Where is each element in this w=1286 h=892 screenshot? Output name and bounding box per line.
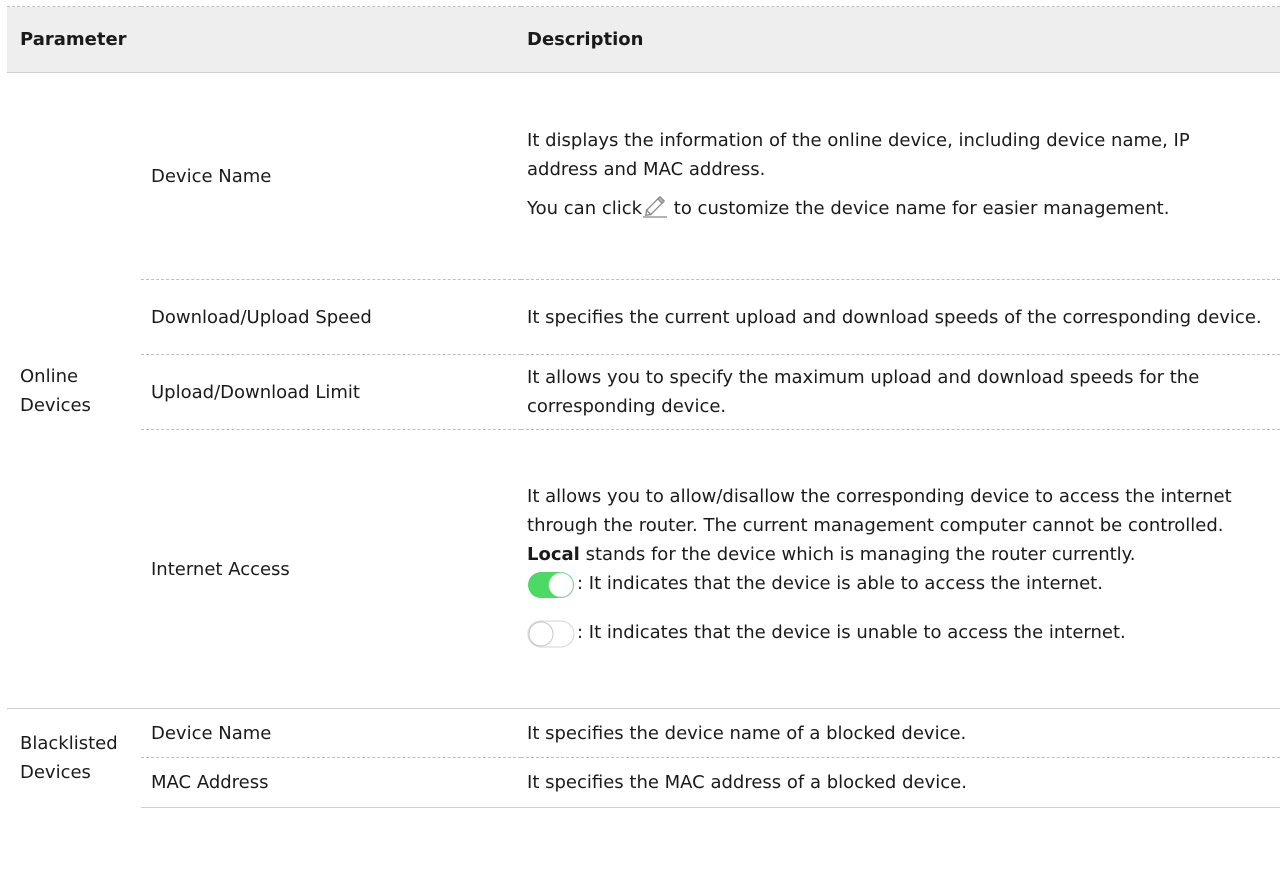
header-parameter: Parameter	[7, 6, 522, 73]
desc-upload-download-limit: It allows you to specify the maximum upl…	[521, 354, 1281, 430]
pencil-icon	[642, 194, 668, 227]
toggle-on-desc: : It indicates that the device is able t…	[577, 572, 1103, 594]
header-description: Description	[521, 6, 1281, 73]
desc-internet-access: It allows you to allow/disallow the corr…	[521, 429, 1281, 709]
desc-device-name-edit: You can click to customize the device na…	[527, 194, 1266, 227]
table-row: Download/Upload Speed It specifies the c…	[7, 279, 1281, 355]
toggle-off-line: : It indicates that the device is unable…	[527, 618, 1266, 657]
toggle-off-desc: : It indicates that the device is unable…	[577, 621, 1126, 643]
table-row: Online Devices Device Name It displays t…	[7, 73, 1280, 416]
desc-device-name-info: It displays the information of the onlin…	[527, 129, 1190, 180]
desc-blacklisted-device-name: It specifies the device name of a blocke…	[521, 708, 1281, 758]
parameter-table: Parameter Description Online Devices Dev…	[7, 6, 1281, 808]
table-row: MAC Address It specifies the MAC address…	[7, 757, 1281, 808]
desc-internet-access-text: It allows you to allow/disallow the corr…	[527, 485, 1232, 565]
local-keyword: Local	[527, 543, 580, 565]
desc-device-name: It displays the information of the onlin…	[521, 73, 1280, 280]
toggle-off-icon	[527, 619, 575, 657]
table-row: Upload/Download Limit It allows you to s…	[7, 354, 1281, 430]
group-online-devices: Online Devices	[20, 365, 91, 416]
param-mac-address: MAC Address	[141, 757, 522, 808]
param-download-upload-speed: Download/Upload Speed	[141, 279, 522, 355]
desc-download-upload-speed: It specifies the current upload and down…	[521, 279, 1281, 355]
param-device-name: Device Name	[151, 165, 272, 187]
param-blacklisted-device-name: Device Name	[141, 708, 522, 758]
toggle-on-icon	[527, 571, 575, 608]
table-header-row: Parameter Description	[7, 6, 1281, 73]
param-internet-access: Internet Access	[141, 429, 522, 709]
group-blacklisted-devices: Blacklisted Devices	[7, 708, 141, 808]
table-row: Blacklisted Devices Device Name It speci…	[7, 708, 1281, 808]
toggle-on-line: : It indicates that the device is able t…	[527, 569, 1266, 608]
param-upload-download-limit: Upload/Download Limit	[141, 354, 522, 430]
table-row: Internet Access It allows you to allow/d…	[7, 429, 1281, 709]
desc-mac-address: It specifies the MAC address of a blocke…	[521, 757, 1281, 808]
